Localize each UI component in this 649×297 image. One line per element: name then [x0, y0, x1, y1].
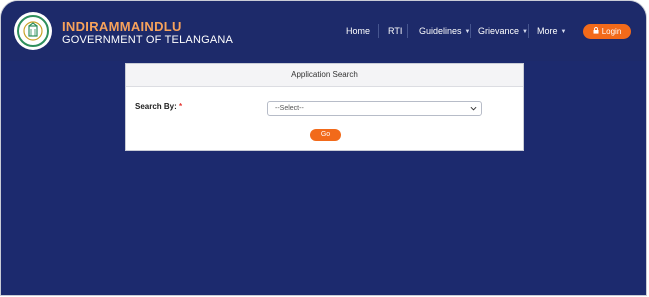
- app-frame: INDIRAMMAINDLU GOVERNMENT OF TELANGANA H…: [0, 0, 647, 296]
- emblem-graphic: [23, 21, 43, 41]
- lock-icon: [593, 27, 599, 36]
- nav-grievance[interactable]: Grievance ▼: [478, 26, 528, 36]
- nav-divider: [470, 24, 471, 38]
- go-button[interactable]: Go: [310, 129, 341, 141]
- search-by-label: Search By: *: [135, 102, 183, 111]
- nav-home[interactable]: Home: [346, 26, 370, 36]
- telangana-emblem-icon[interactable]: [14, 12, 52, 50]
- nav-more[interactable]: More ▼: [537, 26, 566, 36]
- application-search-card: Application Search Search By: * --Select…: [125, 63, 524, 151]
- search-by-select[interactable]: --Select--: [267, 101, 482, 116]
- brand-title[interactable]: INDIRAMMAINDLU: [62, 19, 182, 34]
- nav-rti[interactable]: RTI: [388, 26, 402, 36]
- nav-divider: [378, 24, 379, 38]
- site-header: INDIRAMMAINDLU GOVERNMENT OF TELANGANA H…: [1, 1, 646, 61]
- chevron-down-icon: ▼: [560, 29, 567, 35]
- required-mark: *: [179, 102, 183, 111]
- nav-guidelines[interactable]: Guidelines ▼: [419, 26, 470, 36]
- brand-subtitle: GOVERNMENT OF TELANGANA: [62, 34, 234, 46]
- nav-divider: [407, 24, 408, 38]
- nav-divider: [528, 24, 529, 38]
- chevron-down-icon: [470, 106, 477, 111]
- card-title: Application Search: [126, 64, 523, 87]
- login-button[interactable]: Login: [583, 24, 631, 39]
